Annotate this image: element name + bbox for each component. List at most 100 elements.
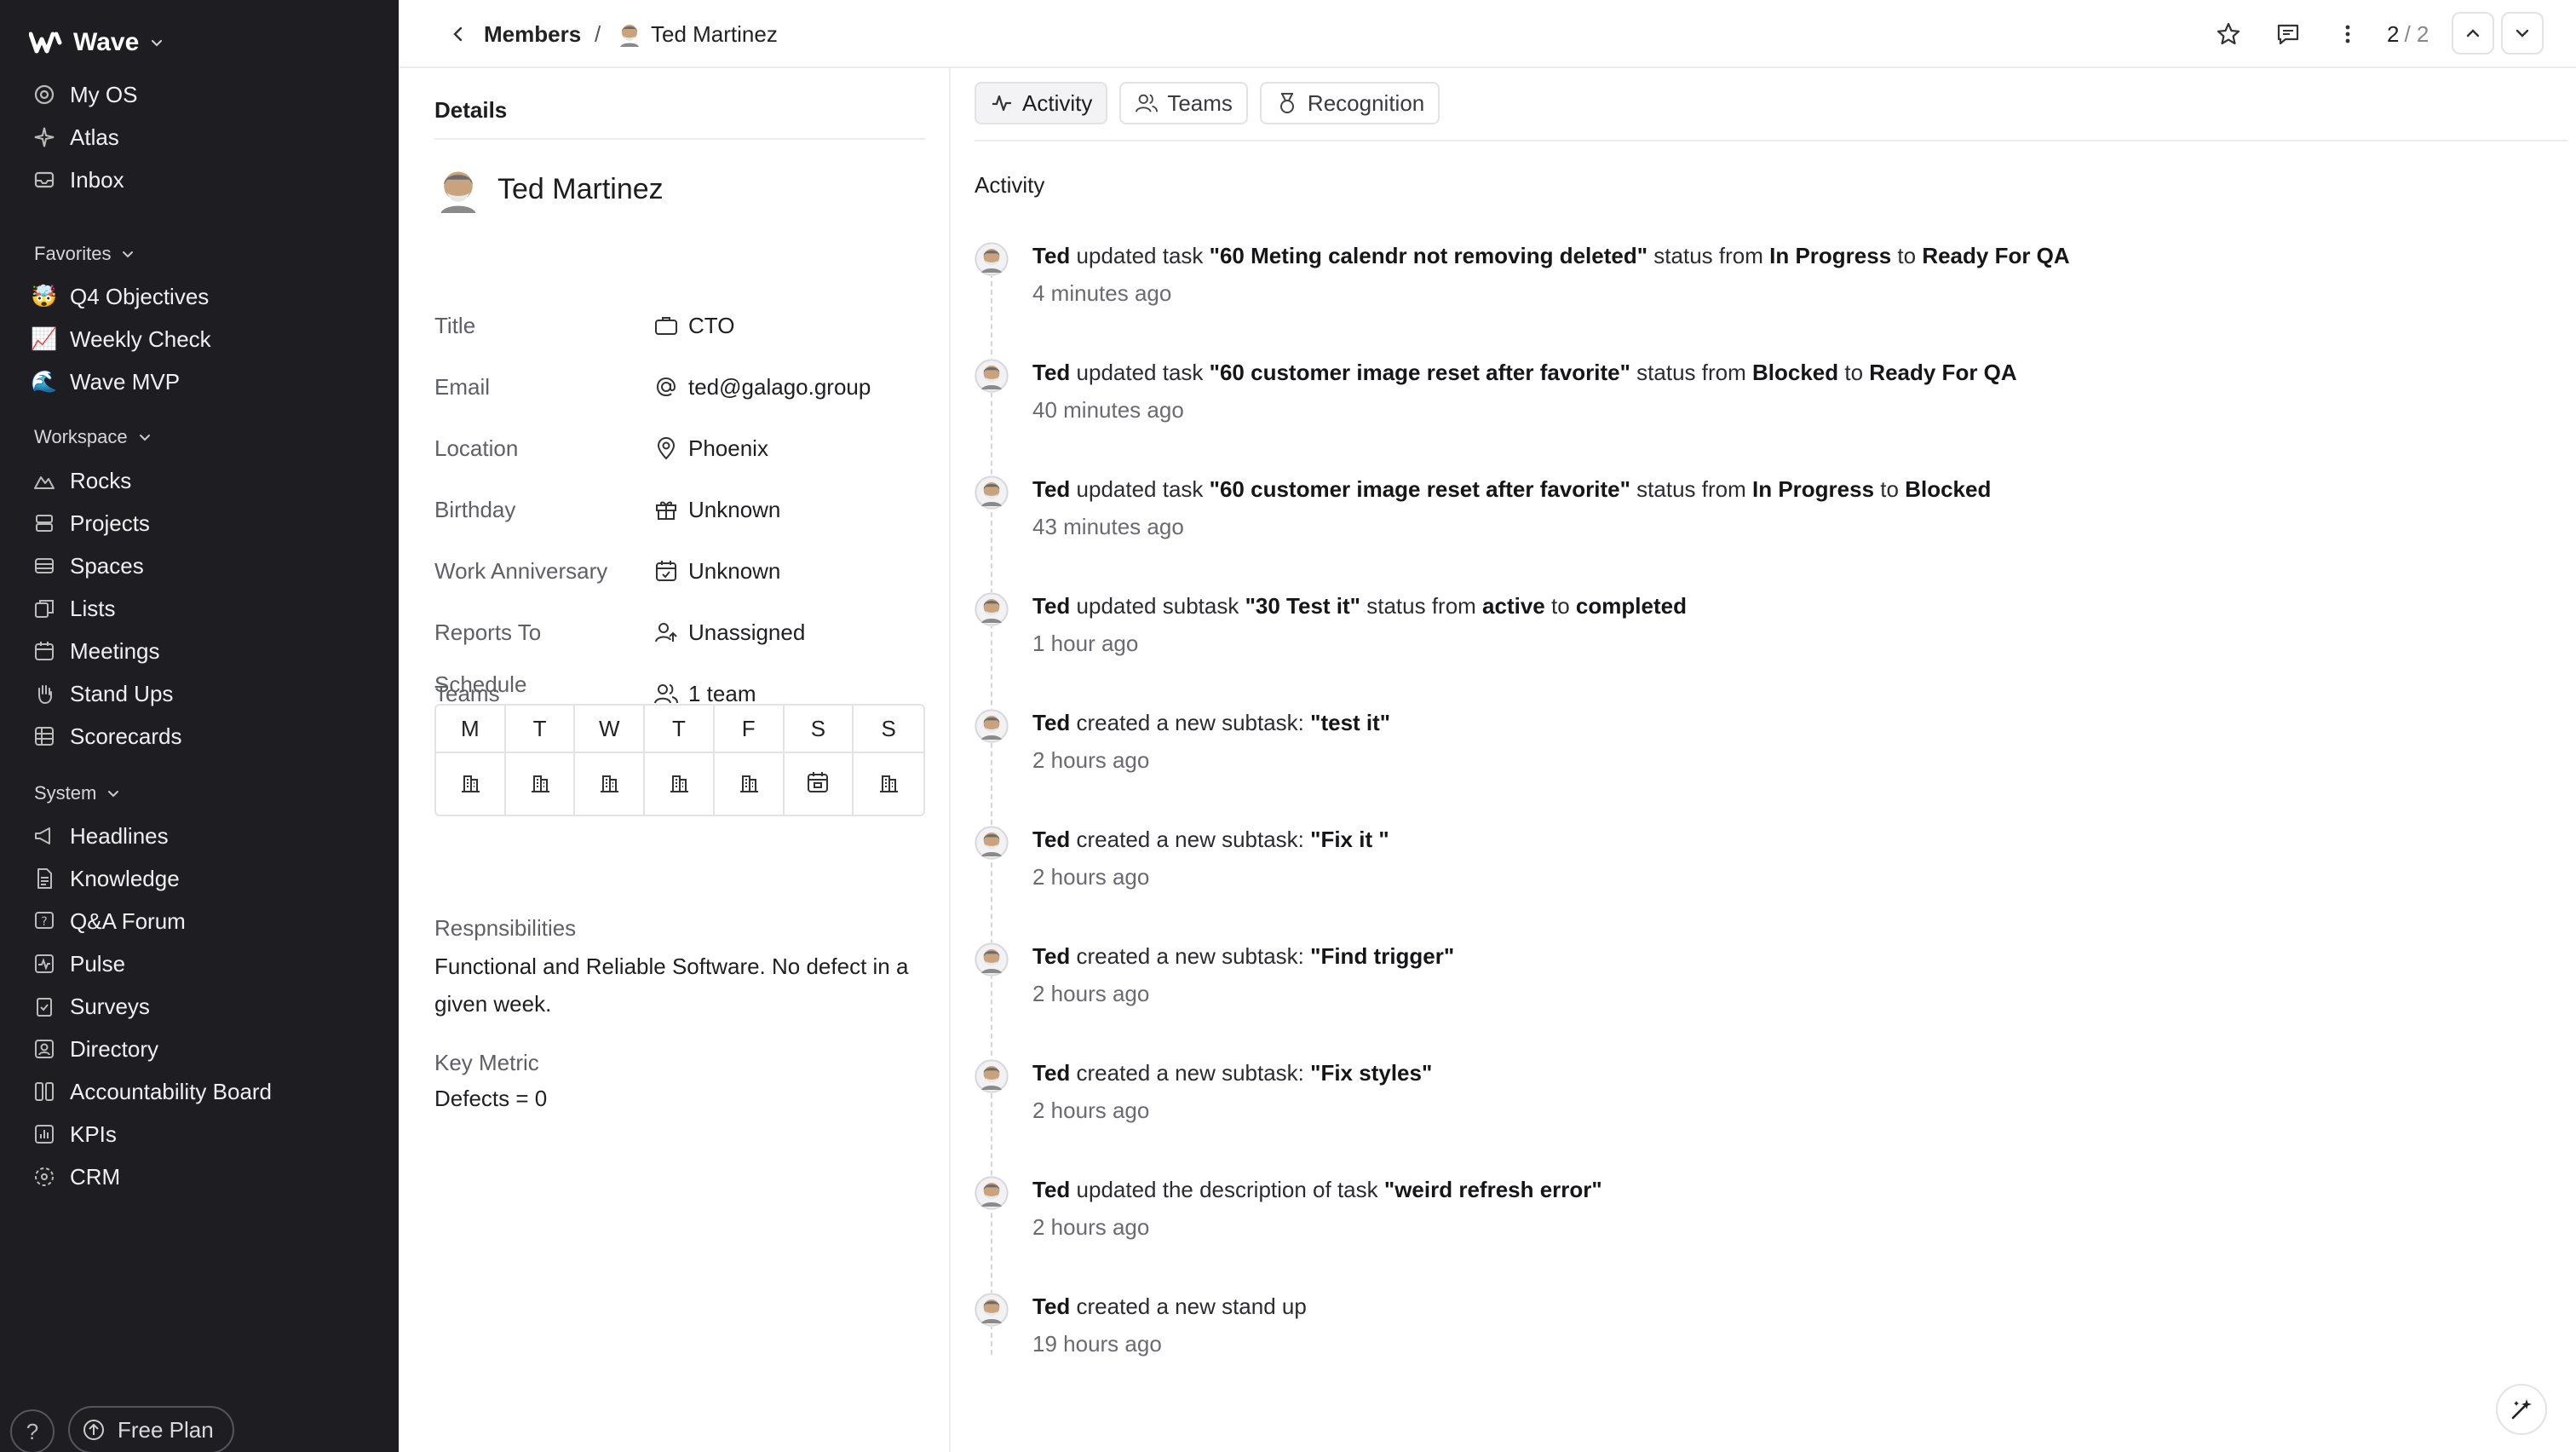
back-button[interactable] xyxy=(441,17,475,51)
activity-fragment: status from xyxy=(1630,360,1752,385)
sidebar-item-surveys[interactable]: Surveys xyxy=(31,988,150,1025)
sidebar-item-q4-objectives[interactable]: 🤯 Q4 Objectives xyxy=(31,278,209,315)
field-value-reports-to[interactable]: Unassigned xyxy=(653,619,805,646)
schedule-day-header: T xyxy=(645,706,715,753)
activity-item: Ted created a new stand up 19 hours ago xyxy=(975,1289,2559,1374)
workspace-name: Wave xyxy=(73,28,140,56)
star-icon xyxy=(2217,22,2240,45)
field-value-work-anniversary[interactable]: Unknown xyxy=(653,557,780,585)
sidebar-item-crm[interactable]: CRM xyxy=(31,1158,120,1196)
field-email: Email ted@galago.group xyxy=(434,370,946,404)
chevron-down-icon xyxy=(152,39,163,47)
system-section-toggle[interactable]: System xyxy=(34,780,120,807)
sidebar-item-atlas[interactable]: Atlas xyxy=(31,118,119,156)
breadcrumb-label: Ted Martinez xyxy=(651,20,778,47)
gift-icon xyxy=(653,496,680,523)
activity-fragment: created a new subtask: xyxy=(1070,943,1311,969)
sidebar-item-lists[interactable]: Lists xyxy=(31,590,115,627)
field-text: Unknown xyxy=(688,557,781,584)
tab-activity[interactable]: Activity xyxy=(975,82,1108,124)
workspace-section-toggle[interactable]: Workspace xyxy=(34,424,152,451)
activity-item: Ted updated subtask "30 Test it" status … xyxy=(975,589,2559,674)
sidebar-item-label: KPIs xyxy=(70,1121,117,1147)
sidebar-item-weekly-check[interactable]: 📈 Weekly Check xyxy=(31,320,210,358)
previous-record-button[interactable] xyxy=(2452,12,2494,55)
sidebar-item-label: Surveys xyxy=(70,993,150,1019)
schedule-day-cell[interactable] xyxy=(575,753,646,815)
field-label: Location xyxy=(434,435,519,461)
field-value-title[interactable]: CTO xyxy=(653,312,734,339)
activity-emphasis: "60 customer image reset after favorite" xyxy=(1209,476,1630,502)
favorites-section-toggle[interactable]: Favorites xyxy=(34,240,135,268)
activity-timestamp: 2 hours ago xyxy=(1032,981,1150,1006)
office-building-icon xyxy=(596,769,622,799)
activity-emphasis: Blocked xyxy=(1905,476,1992,502)
schedule-day-cell[interactable] xyxy=(436,753,506,815)
next-record-button[interactable] xyxy=(2501,12,2544,55)
field-reports-to: Reports To Unassigned xyxy=(434,615,946,649)
comments-button[interactable] xyxy=(2269,15,2307,53)
office-building-icon xyxy=(876,769,901,799)
sidebar-item-inbox[interactable]: Inbox xyxy=(31,161,124,199)
member-name: Ted Martinez xyxy=(497,172,664,205)
activity-emphasis: Ted xyxy=(1032,1294,1071,1319)
field-title: Title CTO xyxy=(434,308,946,343)
activity-fragment: status from xyxy=(1630,476,1752,502)
sidebar-item-scorecards[interactable]: Scorecards xyxy=(31,717,182,755)
help-button[interactable]: ? xyxy=(10,1409,55,1452)
activity-emphasis: Ted xyxy=(1032,593,1071,619)
breadcrumb-members[interactable]: Members xyxy=(484,17,581,51)
field-birthday: Birthday Unknown xyxy=(434,493,946,527)
activity-panel: Activity Teams Recognition Activity Ted … xyxy=(951,68,2576,1452)
field-text: 1 team xyxy=(688,680,756,706)
activity-text: Ted updated task "60 customer image rese… xyxy=(1032,355,2017,389)
field-value-birthday[interactable]: Unknown xyxy=(653,496,780,523)
field-text: Unknown xyxy=(688,496,781,522)
free-plan-button[interactable]: Free Plan xyxy=(68,1406,234,1452)
activity-item: Ted created a new subtask: "Fix it " 2 ho… xyxy=(975,822,2559,908)
avatar xyxy=(975,242,1009,276)
activity-emphasis: "60 customer image reset after favorite" xyxy=(1209,360,1630,385)
field-location: Location Phoenix xyxy=(434,431,946,465)
schedule-day-cell[interactable] xyxy=(854,753,923,815)
schedule-day-cell[interactable] xyxy=(785,753,854,815)
field-label: Work Anniversary xyxy=(434,557,608,584)
activity-fragment: created a new subtask: xyxy=(1070,710,1311,735)
chart-icon xyxy=(31,1121,58,1148)
schedule-day-cell[interactable] xyxy=(715,753,785,815)
sidebar-item-wave-mvp[interactable]: 🌊 Wave MVP xyxy=(31,363,180,400)
tab-recognition[interactable]: Recognition xyxy=(1259,82,1440,124)
ai-assistant-button[interactable] xyxy=(2496,1384,2547,1435)
sidebar-item-label: Headlines xyxy=(70,822,169,849)
schedule-day-cell[interactable] xyxy=(645,753,715,815)
activity-text: Ted created a new subtask: "Find trigger… xyxy=(1032,939,1454,973)
field-value-email[interactable]: ted@galago.group xyxy=(653,373,871,400)
sidebar-item-meetings[interactable]: Meetings xyxy=(31,632,160,670)
sidebar-item-headlines[interactable]: Headlines xyxy=(31,817,169,855)
sidebar-item-projects[interactable]: Projects xyxy=(31,504,150,542)
sidebar-item-label: Meetings xyxy=(70,637,160,664)
sidebar-item-kpis[interactable]: KPIs xyxy=(31,1115,117,1153)
sidebar-item-qa-forum[interactable]: ? Q&A Forum xyxy=(31,902,186,940)
workspace-switcher[interactable]: Wave xyxy=(29,24,164,61)
sidebar-item-knowledge[interactable]: Knowledge xyxy=(31,860,180,897)
tab-teams[interactable]: Teams xyxy=(1119,82,1248,124)
sidebar-item-accountability-board[interactable]: Accountability Board xyxy=(31,1073,272,1110)
sidebar-item-my-os[interactable]: My OS xyxy=(31,76,137,113)
at-icon xyxy=(653,373,680,400)
activity-emphasis: Ted xyxy=(1032,1177,1071,1202)
favorite-button[interactable] xyxy=(2210,15,2247,53)
sidebar-item-stand-ups[interactable]: Stand Ups xyxy=(31,675,173,712)
sidebar-item-spaces[interactable]: Spaces xyxy=(31,547,144,585)
field-value-location[interactable]: Phoenix xyxy=(653,435,768,462)
section-label: Workspace xyxy=(34,426,128,447)
sidebar-item-pulse[interactable]: Pulse xyxy=(31,945,125,982)
activity-item: Ted created a new subtask: "test it" 2 ho… xyxy=(975,706,2559,791)
activity-timestamp: 43 minutes ago xyxy=(1032,514,1184,539)
sidebar-item-directory[interactable]: Directory xyxy=(31,1030,158,1068)
sidebar-item-rocks[interactable]: Rocks xyxy=(31,462,131,499)
schedule-day-cell[interactable] xyxy=(506,753,576,815)
more-options-button[interactable] xyxy=(2329,15,2366,53)
sidebar-item-label: Q4 Objectives xyxy=(70,283,210,309)
chevron-down-icon xyxy=(123,251,134,258)
